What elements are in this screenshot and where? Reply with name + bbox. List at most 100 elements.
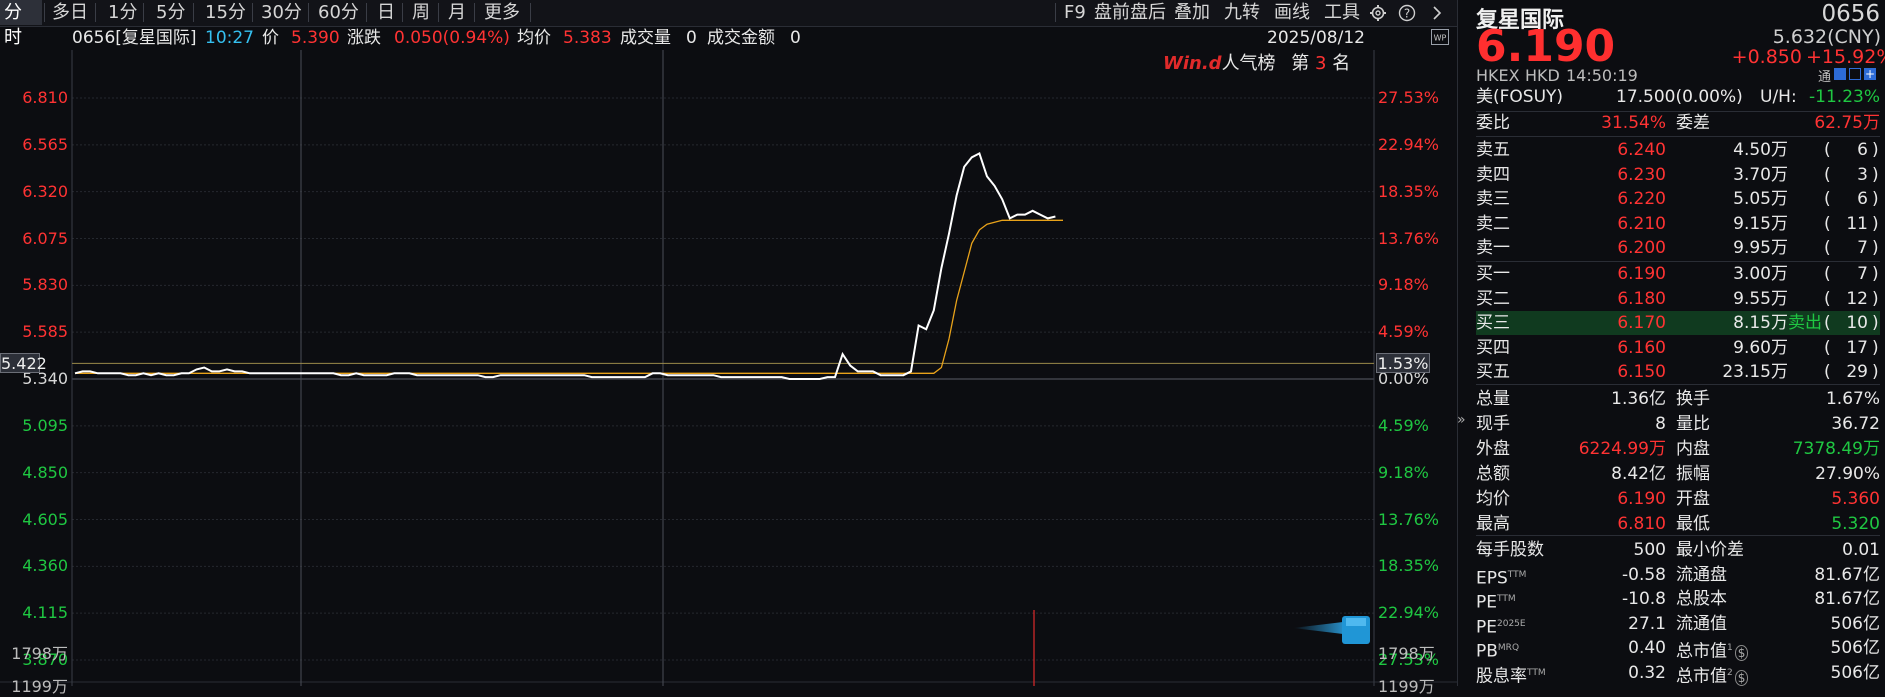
volume-label: 成交量: [620, 28, 671, 48]
level-volume: 5.05万: [1733, 189, 1788, 209]
f9-button[interactable]: F9: [1060, 0, 1090, 25]
price-change-pct: +15.92%: [1806, 46, 1885, 68]
stat-value: 6224.99万: [1578, 439, 1666, 459]
fundamental-row: PETTM -10.8 总股本 81.67亿: [1476, 587, 1880, 613]
paren-open: (: [1824, 140, 1831, 160]
connect-label: 通: [1818, 70, 1832, 85]
y-tick-label-right: 27.53%: [1378, 88, 1440, 107]
level-volume: 8.15万: [1733, 313, 1788, 333]
y-tick-label-right: 22.94%: [1378, 603, 1440, 623]
level-count: 29: [1846, 362, 1868, 382]
bid-level-row[interactable]: 买三 6.170 8.15万 卖出(10): [1476, 311, 1880, 335]
y-tick-label-right: 13.76%: [1378, 509, 1440, 529]
level-count: 12: [1846, 288, 1868, 309]
fund-label: 最小价差: [1676, 540, 1744, 560]
tab-30min[interactable]: 30分: [257, 0, 306, 25]
level-count: 7: [1857, 238, 1868, 258]
price-line: [74, 151, 1056, 380]
overlay-button[interactable]: 叠加: [1170, 0, 1214, 25]
tab-5min[interactable]: 5分: [152, 0, 189, 25]
level-price: 6.240: [1617, 140, 1666, 160]
intraday-chart[interactable]: [0, 50, 1457, 686]
paren-open: (: [1824, 313, 1831, 333]
draw-line-button[interactable]: 画线: [1270, 0, 1314, 25]
tab-week[interactable]: 周: [408, 0, 434, 25]
pre-post-market-button[interactable]: 盘前盘后: [1090, 0, 1170, 25]
y-tick-label-left: 6.810: [22, 88, 68, 107]
y-tick-label-left: 4.115: [22, 603, 68, 623]
help-icon[interactable]: ?: [1398, 4, 1416, 22]
chart-grid: [0, 97, 1457, 683]
level-label: 买五: [1476, 362, 1510, 382]
gear-icon[interactable]: [1369, 4, 1387, 22]
paren-open: (: [1824, 213, 1831, 234]
quote-time: 14:50:19: [1566, 66, 1638, 85]
fund-value: 0.01: [1842, 540, 1880, 560]
stat-label: 外盘: [1476, 439, 1510, 459]
rank-value: 3: [1315, 53, 1327, 74]
level-volume: 23.15万: [1722, 362, 1788, 382]
level-label: 卖一: [1476, 238, 1510, 258]
y-tick-label-right: 22.94%: [1378, 134, 1440, 154]
current-pct-tag-right: 1.53%: [1376, 353, 1430, 374]
y-tick-label-left: 6.565: [22, 134, 68, 154]
ask-level-row[interactable]: 卖二 6.210 9.15万 (11): [1476, 212, 1880, 236]
tab-month[interactable]: 月: [444, 0, 470, 25]
tab-more[interactable]: 更多: [480, 0, 524, 25]
bid-level-row[interactable]: 买二 6.180 9.55万 (12): [1476, 287, 1880, 311]
fundamental-row: EPSTTM -0.58 流通盘 81.67亿: [1476, 563, 1880, 589]
tab-15min[interactable]: 15分: [201, 0, 250, 25]
bid-level-row[interactable]: 买一 6.190 3.00万 (7): [1476, 262, 1880, 286]
rank-label: 人气榜: [1221, 53, 1276, 74]
paren-close: ): [1872, 337, 1879, 358]
ask-level-row[interactable]: 卖四 6.230 3.70万 (3): [1476, 163, 1880, 187]
y-tick-label-right: 9.18%: [1378, 275, 1429, 295]
stat-row: 现手 8 量比 36.72: [1476, 412, 1880, 436]
expand-arrow-icon[interactable]: »: [1457, 412, 1469, 428]
avg-label: 均价: [517, 28, 551, 48]
ask-level-row[interactable]: 卖一 6.200 9.95万 (7): [1476, 236, 1880, 260]
ai-assistant-icon[interactable]: [1293, 614, 1373, 648]
popularity-badge[interactable]: Win.d人气榜 第 3 名: [1163, 52, 1350, 76]
bid-level-row[interactable]: 买四 6.160 9.60万 (17): [1476, 336, 1880, 360]
tab-1min[interactable]: 1分: [104, 0, 141, 25]
svg-text:?: ?: [1404, 7, 1410, 21]
volume-value: 0: [686, 28, 697, 48]
tab-multi-day[interactable]: 多日: [48, 0, 92, 25]
collapse-panel-icon[interactable]: [1464, 14, 1472, 34]
divider: [1476, 535, 1880, 536]
tab-60min[interactable]: 60分: [314, 0, 363, 25]
square-icon[interactable]: [1849, 68, 1861, 80]
period-toolbar: 分时 多日 1分 5分 15分 30分 60分 日 周 月 更多 F9 盘前盘后…: [0, 0, 1457, 48]
divider: [402, 3, 403, 22]
adr-value: 17.500(0.00%): [1616, 87, 1743, 107]
paren-close: ): [1872, 288, 1879, 309]
chevron-right-icon[interactable]: [1431, 5, 1443, 21]
fund-value: 81.67亿: [1814, 564, 1880, 585]
ask-level-row[interactable]: 卖五 6.240 4.50万 (6): [1476, 138, 1880, 162]
nine-turn-button[interactable]: 九转: [1220, 0, 1264, 25]
exchange: HKEX: [1476, 66, 1520, 85]
quote-info-bar: 0656[复星国际] 10:27 价 5.390 涨跌 0.050(0.94%)…: [0, 26, 1375, 50]
paren-open: (: [1824, 164, 1831, 185]
tab-intraday[interactable]: 分时: [0, 0, 42, 48]
fund-value: 0.40: [1628, 638, 1666, 659]
edit-icon[interactable]: [1834, 68, 1846, 80]
tab-day[interactable]: 日: [373, 0, 399, 25]
bid-level-row[interactable]: 买五 6.150 23.15万 (29): [1476, 360, 1880, 384]
level-count: 6: [1857, 189, 1868, 209]
wp-icon[interactable]: WP: [1431, 29, 1449, 45]
y-tick-label-right: 4.59%: [1378, 415, 1429, 435]
level-count: 11: [1846, 213, 1868, 234]
tools-button[interactable]: 工具: [1320, 0, 1364, 25]
wind-logo: Win.d: [1163, 53, 1222, 74]
fund-value: 506亿: [1830, 638, 1880, 659]
fund-label: 流通值: [1676, 613, 1727, 634]
fund-value: -10.8: [1622, 589, 1666, 610]
stat-value: 8.42亿: [1611, 464, 1666, 484]
level-label: 卖四: [1476, 164, 1510, 185]
level-volume: 4.50万: [1733, 140, 1788, 160]
add-icon[interactable]: +: [1864, 68, 1876, 80]
rank-suffix: 名: [1332, 53, 1351, 74]
ask-level-row[interactable]: 卖三 6.220 5.05万 (6): [1476, 187, 1880, 211]
